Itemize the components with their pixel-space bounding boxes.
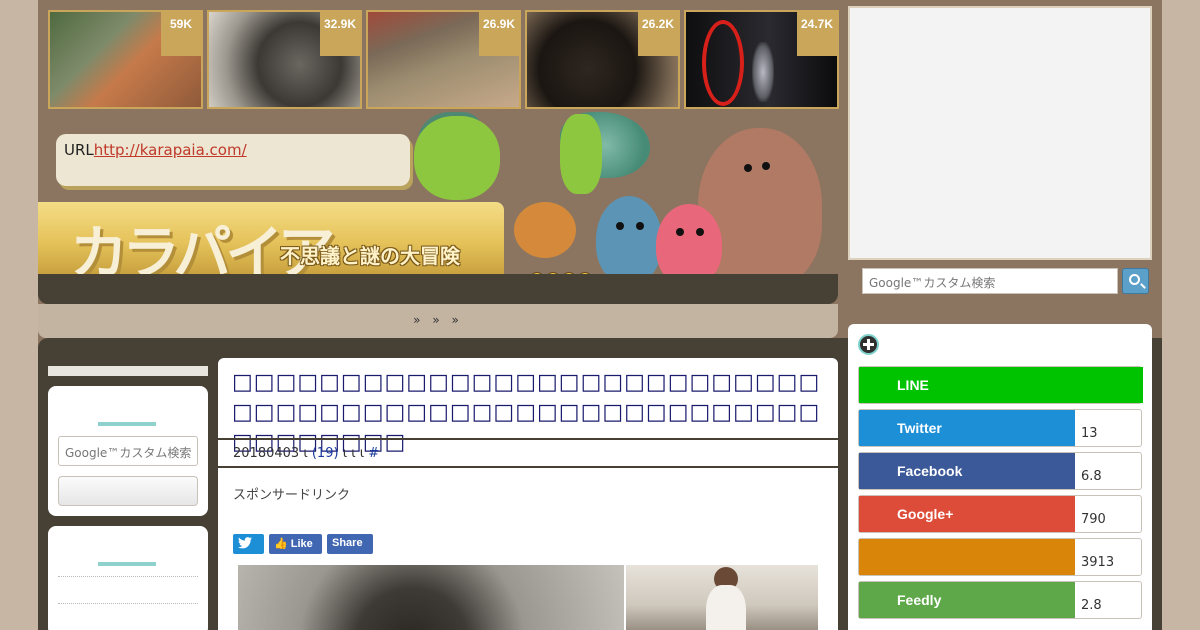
red-ring-mark [702,20,744,106]
social-label: Google+ [859,496,1075,532]
article-image-side [626,565,818,630]
facebook-like-button[interactable]: 👍 Like [269,534,322,554]
fairy-character [414,116,500,200]
social-label: Feedly [859,582,1075,618]
thumbnail-4[interactable]: 26.2K [525,10,680,109]
search-button[interactable] [1122,268,1149,294]
widget-heading-line [98,562,156,566]
thumbs-up-icon: 👍 [274,538,288,550]
googleplus-share-row[interactable]: Google+ 790 [858,495,1142,533]
thumbnail-count: 26.9K [479,12,519,56]
thumbnail-3[interactable]: 26.9K [366,10,521,109]
article-image [238,565,818,630]
list-divider [58,576,198,577]
facebook-share-row[interactable]: Facebook 6.8 [858,452,1142,490]
site-banner[interactable]: カラパイア 不思議と謎の大冒険 [38,202,504,287]
plus-icon[interactable] [858,334,879,355]
header-strip [38,274,838,304]
social-label: Facebook [859,453,1075,489]
thumbnail-5[interactable]: 24.7K [684,10,839,109]
twitter-share-button[interactable] [233,534,264,554]
bug-character [560,114,602,194]
article-image-main [238,565,624,630]
thumbnail-count: 26.2K [638,12,678,56]
ghost-figure [752,42,774,102]
feedly-share-row[interactable]: Feedly 2.8 [858,581,1142,619]
social-count: 3913 [1081,555,1115,570]
thumbnail-count: 32.9K [320,12,360,56]
line-share-row[interactable]: LINE [858,366,1143,404]
site-url-link[interactable]: http://karapaia.com/ [94,141,247,159]
sponsored-link-label: スポンサードリンク [233,488,351,503]
social-count: 790 [1081,512,1106,527]
thumbnail-1[interactable]: 59K [48,10,203,109]
small-bird-character [514,202,576,258]
sidebar-search-button[interactable] [58,476,198,506]
ad-box [848,6,1152,260]
social-label [859,539,1075,575]
article: □□□□□□□□□□□□□□□□□□□□□□□□□□□□□□□□□□□□□□□□… [218,358,838,630]
facebook-share-button[interactable]: Share [327,534,373,554]
thumbnail-count: 24.7K [797,12,837,56]
left-sidebar-bar [48,366,208,376]
search-input[interactable]: Google™カスタム検索 [862,268,1118,294]
social-count: 6.8 [1081,469,1102,484]
twitter-share-row[interactable]: Twitter 13 [858,409,1142,447]
social-share-panel: LINE Twitter 13 Facebook 6.8 Google+ 790… [848,324,1152,630]
social-count: 2.8 [1081,598,1102,613]
thumbnail-2[interactable]: 32.9K [207,10,362,109]
meta-separator: ι ι ι [342,446,365,461]
breadcrumb-text[interactable]: » » » [413,313,463,327]
article-meta: 20180403 ι (19) ι ι ι # [218,438,838,468]
hatena-share-row[interactable]: 3913 [858,538,1142,576]
widget-heading-line [98,422,156,426]
left-list-widget [48,526,208,630]
social-label: Twitter [859,410,1075,446]
site-tagline: 不思議と謎の大冒険 [280,244,460,268]
thumbnail-count: 59K [161,12,201,56]
list-divider [58,603,198,604]
site-url-box: URLhttp://karapaia.com/ [56,134,410,186]
left-search-widget: Google™カスタム検索 [48,386,208,516]
search-icon [1129,274,1140,285]
blue-bird-character [596,196,662,284]
social-count: 13 [1081,426,1098,441]
share-buttons: 👍 Like Share [233,534,373,554]
url-label: URL [64,141,94,159]
permalink-hash[interactable]: # [368,446,379,461]
comment-count-link[interactable]: (19) [312,446,339,461]
article-date: 20180403 [233,446,300,461]
sidebar-search-input[interactable]: Google™カスタム検索 [58,436,198,466]
popular-thumbnails: 59K 32.9K 26.9K 26.2K 24.7K [48,10,840,109]
twitter-icon [238,537,252,549]
breadcrumb: » » » [38,304,838,338]
social-label: LINE [859,367,1143,403]
meta-separator: ι [303,446,308,461]
